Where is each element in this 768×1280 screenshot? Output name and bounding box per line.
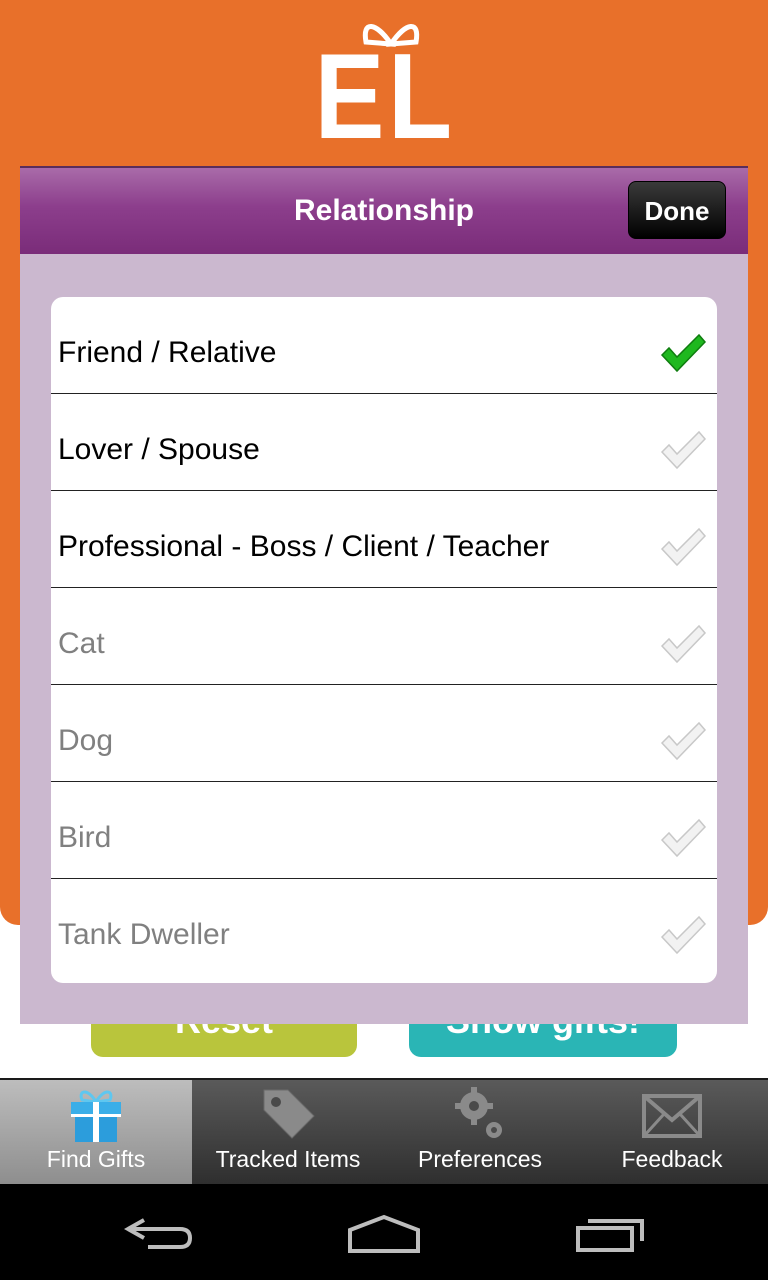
- option-label: Lover / Spouse: [58, 433, 260, 466]
- system-navigation-bar: [0, 1184, 768, 1280]
- checkmark-unchecked-icon: [660, 430, 707, 470]
- option-label: Dog: [58, 724, 114, 757]
- dialog-header: Relationship Done: [20, 168, 748, 254]
- checkmark-unchecked-icon: [660, 624, 707, 664]
- tab-feedback[interactable]: Feedback: [576, 1080, 768, 1184]
- bottom-tab-bar: Find Gifts Tracked Items Preferences Fee…: [0, 1078, 768, 1186]
- gift-icon: [71, 1090, 121, 1142]
- option-row[interactable]: Lover / Spouse: [51, 394, 717, 491]
- option-label: Cat: [58, 627, 105, 660]
- option-row[interactable]: Tank Dweller: [51, 879, 717, 976]
- envelope-icon: [642, 1094, 702, 1138]
- tab-tracked-items[interactable]: Tracked Items: [192, 1080, 384, 1184]
- tab-preferences[interactable]: Preferences: [384, 1080, 576, 1184]
- checkmark-unchecked-icon: [660, 818, 707, 858]
- option-label: Tank Dweller: [58, 918, 230, 951]
- tab-label: Feedback: [621, 1146, 723, 1172]
- tag-icon: [263, 1089, 315, 1139]
- tab-label: Preferences: [417, 1146, 542, 1172]
- checkmark-unchecked-icon: [660, 915, 707, 955]
- relationship-options-list: Friend / Relative Lover / Spouse Profess…: [51, 297, 717, 983]
- recent-apps-icon[interactable]: [574, 1216, 646, 1254]
- relationship-picker-dialog: Relationship Done Friend / Relative Love…: [20, 166, 748, 1024]
- done-button[interactable]: Done: [628, 181, 726, 239]
- option-label: Professional - Boss / Client / Teacher: [58, 530, 550, 563]
- option-label: Bird: [58, 821, 112, 854]
- option-row[interactable]: Professional - Boss / Client / Teacher: [51, 491, 717, 588]
- tab-label: Find Gifts: [46, 1146, 146, 1172]
- gears-icon: [455, 1087, 502, 1138]
- tab-label: Tracked Items: [215, 1146, 361, 1172]
- option-row[interactable]: Friend / Relative: [51, 297, 717, 394]
- option-row[interactable]: Cat: [51, 588, 717, 685]
- home-icon[interactable]: [346, 1214, 422, 1254]
- checkmark-checked-icon: [660, 333, 707, 373]
- option-label: Friend / Relative: [58, 336, 277, 369]
- option-row[interactable]: Bird: [51, 782, 717, 879]
- option-row[interactable]: Dog: [51, 685, 717, 782]
- app-logo: EL GIFTO: [170, 14, 600, 277]
- checkmark-unchecked-icon: [660, 527, 707, 567]
- checkmark-unchecked-icon: [660, 721, 707, 761]
- back-icon[interactable]: [124, 1216, 194, 1252]
- tab-find-gifts[interactable]: Find Gifts: [0, 1080, 192, 1184]
